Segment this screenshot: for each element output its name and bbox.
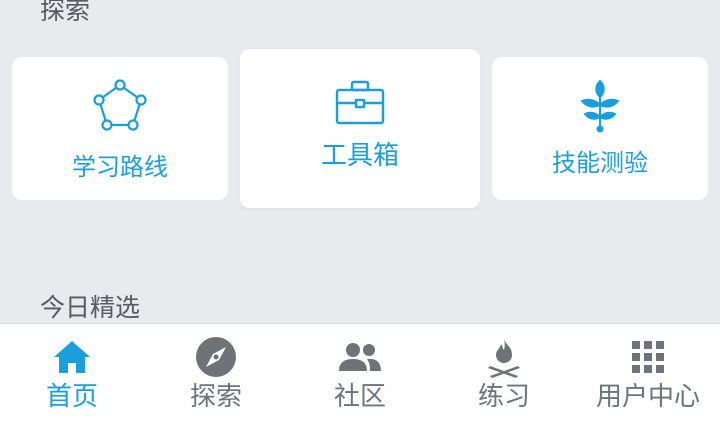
briefcase-icon (335, 79, 385, 125)
tab-home-label: 首页 (45, 382, 98, 412)
home-icon (52, 336, 92, 378)
toolbox-label: 工具箱 (320, 141, 399, 171)
learning-path-label: 学习路线 (72, 153, 168, 181)
skill-test-label: 技能测验 (552, 149, 648, 177)
section-title-todays-picks: 今日精选 (40, 293, 141, 322)
section-title-explore: 探索 (40, 0, 91, 25)
people-icon (337, 336, 383, 378)
tab-practice[interactable]: 练习 (432, 324, 576, 424)
tab-community[interactable]: 社区 (288, 324, 432, 424)
pentagon-network-icon (91, 79, 149, 137)
tab-explore[interactable]: 探索 (144, 324, 288, 424)
toolbox-card[interactable]: 工具箱 (240, 49, 480, 208)
tab-practice-label: 练习 (477, 382, 530, 412)
tab-user-center-label: 用户中心 (595, 382, 700, 412)
tab-explore-label: 探索 (189, 382, 242, 412)
campfire-icon (483, 336, 525, 378)
tab-user-center[interactable]: 用户中心 (576, 324, 720, 424)
sprout-icon (578, 77, 622, 135)
compass-icon (195, 336, 237, 378)
skill-test-card[interactable]: 技能测验 (492, 57, 708, 200)
bottom-tab-bar: 首页 探索 社区 练习 用户中心 (0, 323, 720, 424)
grid-icon (631, 336, 665, 378)
tab-community-label: 社区 (333, 382, 386, 412)
tab-home[interactable]: 首页 (0, 324, 144, 424)
learning-path-card[interactable]: 学习路线 (12, 57, 228, 200)
